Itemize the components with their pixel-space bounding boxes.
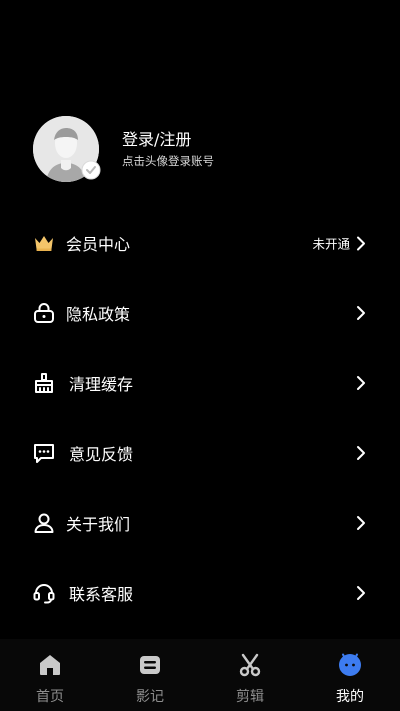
- profile-blue-icon: [339, 653, 361, 676]
- lock-icon: [32, 301, 56, 325]
- membership-status: 未开通: [312, 236, 350, 252]
- settings-menu: 会员中心 未开通 隐私政策 清理缓存 意见反馈 关于我们 联系客服: [0, 208, 400, 628]
- menu-right-clear-cache: [355, 375, 367, 391]
- profile-card[interactable]: 登录/注册 点击头像登录账号: [33, 114, 373, 184]
- chevron-right-icon: [357, 516, 365, 530]
- film-record-icon: [140, 656, 160, 674]
- home-icon: [40, 655, 60, 675]
- avatar[interactable]: [33, 116, 101, 182]
- menu-label-membership-center: 会员中心: [66, 235, 131, 254]
- menu-item-membership-center[interactable]: 会员中心 未开通: [0, 208, 400, 278]
- broom-icon: [32, 371, 56, 395]
- menu-item-customer-service[interactable]: 联系客服: [0, 558, 400, 628]
- crown-icon: [32, 231, 56, 255]
- menu-item-feedback[interactable]: 意见反馈: [0, 418, 400, 488]
- tab-mine[interactable]: 我的: [300, 639, 400, 711]
- edit-badge-icon: [81, 160, 101, 180]
- tab-label-mine: 我的: [336, 689, 364, 705]
- tab-edit[interactable]: 剪辑: [200, 639, 300, 711]
- menu-item-privacy-policy[interactable]: 隐私政策: [0, 278, 400, 348]
- tab-home[interactable]: 首页: [0, 639, 100, 711]
- menu-label-customer-service: 联系客服: [69, 585, 134, 604]
- menu-right-privacy-policy: [355, 305, 367, 321]
- bottom-tab-bar: 首页 影记 剪辑 我的: [0, 639, 400, 711]
- chat-bubble-icon: [32, 441, 56, 465]
- tab-label-home: 首页: [36, 689, 64, 705]
- menu-label-clear-cache: 清理缓存: [69, 375, 134, 394]
- menu-label-privacy-policy: 隐私政策: [66, 305, 131, 324]
- menu-label-feedback: 意见反馈: [69, 445, 134, 464]
- chevron-right-icon: [357, 376, 365, 390]
- chevron-right-icon: [357, 586, 365, 600]
- menu-right-customer-service: [355, 585, 367, 601]
- tab-label-film-record: 影记: [136, 689, 164, 705]
- login-register-link[interactable]: 登录/注册: [122, 130, 214, 150]
- menu-right-membership-center: 未开通: [312, 234, 367, 253]
- profile-text: 登录/注册 点击头像登录账号: [122, 130, 214, 169]
- menu-item-clear-cache[interactable]: 清理缓存: [0, 348, 400, 418]
- chevron-right-icon: [357, 236, 365, 250]
- menu-right-about-us: [355, 515, 367, 531]
- chevron-right-icon: [357, 446, 365, 460]
- menu-label-about-us: 关于我们: [66, 515, 131, 534]
- scissors-icon: [239, 653, 261, 677]
- menu-item-about-us[interactable]: 关于我们: [0, 488, 400, 558]
- headset-icon: [32, 581, 56, 605]
- menu-right-feedback: [355, 445, 367, 461]
- chevron-right-icon: [357, 306, 365, 320]
- person-icon: [32, 511, 56, 535]
- login-hint: 点击头像登录账号: [122, 153, 214, 168]
- tab-label-edit: 剪辑: [236, 689, 264, 705]
- tab-film-record[interactable]: 影记: [100, 639, 200, 711]
